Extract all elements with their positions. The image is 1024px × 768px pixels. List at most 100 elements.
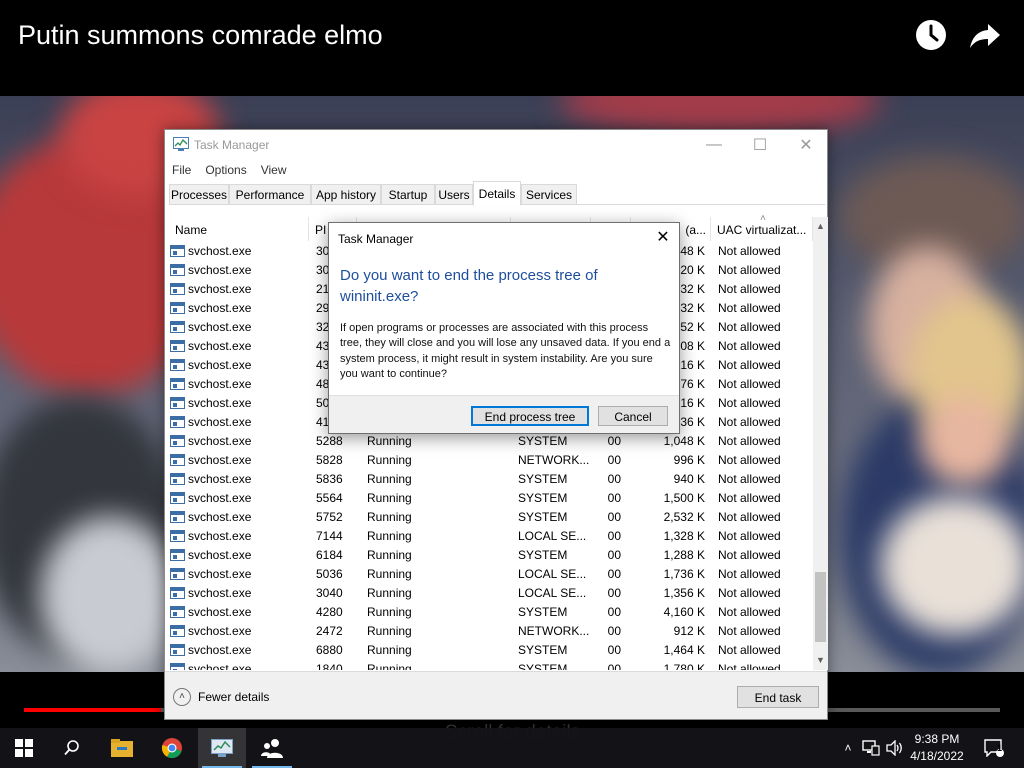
process-window-icon	[170, 340, 185, 352]
table-row[interactable]: svchost.exe 5752 Running SYSTEM 00 2,532 K Not…	[165, 508, 813, 527]
windows-start-icon[interactable]	[0, 728, 48, 768]
cell-user: LOCAL SE...	[518, 567, 587, 581]
cell-uac: Not allowed	[718, 244, 781, 258]
cell-name: svchost.exe	[188, 510, 252, 524]
table-row[interactable]: svchost.exe 5288 Running SYSTEM 00 1,048 K Not…	[165, 432, 813, 451]
tab-users[interactable]: Users	[435, 184, 473, 205]
tab-services[interactable]: Services	[521, 184, 577, 205]
menu-options[interactable]: Options	[198, 160, 253, 182]
file-explorer-icon[interactable]	[98, 728, 146, 768]
table-row[interactable]: svchost.exe 5564 Running SYSTEM 00 1,500 K Not…	[165, 489, 813, 508]
cancel-button[interactable]: Cancel	[598, 406, 668, 426]
network-icon[interactable]	[862, 740, 880, 756]
cell-status: Running	[367, 434, 412, 448]
notification-center-icon[interactable]: 1	[978, 728, 1010, 768]
task-manager-titlebar[interactable]: Task Manager — ☐ ✕	[165, 130, 827, 160]
table-row[interactable]: svchost.exe 3040 Running LOCAL SE... 00 1,356…	[165, 584, 813, 603]
task-manager-app-icon	[173, 137, 189, 151]
menu-view[interactable]: View	[254, 160, 294, 182]
cell-cpu: 00	[607, 643, 621, 657]
cell-name: svchost.exe	[188, 643, 252, 657]
close-button[interactable]: ✕	[783, 130, 829, 160]
cell-memory: 1,288 K	[663, 548, 705, 562]
cell-name: svchost.exe	[188, 624, 252, 638]
table-row[interactable]: svchost.exe 6184 Running SYSTEM 00 1,288 K Not…	[165, 546, 813, 565]
chevron-up-circle-icon[interactable]: ˄	[173, 688, 191, 706]
table-row[interactable]: svchost.exe 4280 Running SYSTEM 00 4,160 K Not…	[165, 603, 813, 622]
cell-memory: 1,736 K	[663, 567, 705, 581]
cell-name: svchost.exe	[188, 548, 252, 562]
cell-name: svchost.exe	[188, 491, 252, 505]
dialog-heading: Do you want to end the process tree of w…	[340, 267, 598, 305]
scroll-down-arrow-icon[interactable]: ▼	[813, 653, 828, 668]
scroll-up-arrow-icon[interactable]: ▲	[813, 219, 828, 234]
process-window-icon	[170, 663, 185, 670]
cell-memory: 1,780 K	[663, 662, 705, 670]
video-title[interactable]: Putin summons comrade elmo	[18, 20, 383, 51]
cell-user: SYSTEM	[518, 491, 568, 505]
cell-name: svchost.exe	[188, 472, 252, 486]
cell-pid: 5752	[316, 510, 343, 524]
cell-memory: 2,532 K	[663, 510, 705, 524]
process-window-icon	[170, 359, 185, 371]
tab-app-history[interactable]: App history	[311, 184, 381, 205]
table-row[interactable]: svchost.exe 7144 Running LOCAL SE... 00 1,328…	[165, 527, 813, 546]
vertical-scrollbar[interactable]: ▲ ▼	[813, 217, 828, 670]
cell-memory: 1,356 K	[663, 586, 705, 600]
cell-uac: Not allowed	[718, 567, 781, 581]
process-window-icon	[170, 625, 185, 637]
dialog-body: If open programs or processes are associ…	[340, 322, 671, 380]
tab-startup[interactable]: Startup	[381, 184, 435, 205]
table-row[interactable]: svchost.exe 2472 Running NETWORK... 00 912 K N…	[165, 622, 813, 641]
column-header-name[interactable]: Name	[165, 217, 309, 241]
table-row[interactable]: svchost.exe 5836 Running SYSTEM 00 940 K Not a…	[165, 470, 813, 489]
table-row[interactable]: svchost.exe 5828 Running NETWORK... 00 996 K N…	[165, 451, 813, 470]
cell-name: svchost.exe	[188, 662, 252, 670]
maximize-button[interactable]: ☐	[737, 130, 783, 160]
table-row[interactable]: svchost.exe 1840 Running SYSTEM 00 1,780 K Not…	[165, 660, 813, 670]
cell-name: svchost.exe	[188, 244, 252, 258]
cell-uac: Not allowed	[718, 586, 781, 600]
tab-processes[interactable]: Processes	[169, 184, 229, 205]
chevron-up-icon[interactable]: ˄	[838, 741, 858, 755]
end-process-tree-button[interactable]: End process tree	[471, 406, 589, 426]
task-manager-icon[interactable]	[198, 728, 246, 768]
people-icon[interactable]	[248, 728, 296, 768]
video-header: Putin summons comrade elmo	[0, 0, 1024, 96]
process-window-icon	[170, 321, 185, 333]
chrome-icon[interactable]	[148, 728, 196, 768]
cell-status: Running	[367, 472, 412, 486]
share-arrow-icon[interactable]	[968, 18, 1002, 52]
clock-date: 4/18/2022	[910, 749, 964, 763]
taskbar-clock[interactable]: 9:38 PM 4/18/2022	[902, 731, 972, 765]
search-icon[interactable]	[48, 728, 96, 768]
cell-memory: 1,500 K	[663, 491, 705, 505]
cell-status: Running	[367, 586, 412, 600]
menu-file[interactable]: File	[165, 160, 198, 182]
cell-name: svchost.exe	[188, 263, 252, 277]
dialog-footer: End process tree Cancel	[329, 395, 679, 433]
cell-cpu: 00	[607, 548, 621, 562]
cell-uac: Not allowed	[718, 282, 781, 296]
cell-status: Running	[367, 510, 412, 524]
end-task-button[interactable]: End task	[737, 686, 819, 708]
dialog-title: Task Manager	[338, 232, 414, 246]
windows-taskbar: ˄ 9:38 PM 4/18/2022 1	[0, 728, 1024, 768]
process-window-icon	[170, 416, 185, 428]
cell-memory: 1,464 K	[663, 643, 705, 657]
scrollbar-thumb[interactable]	[815, 572, 826, 642]
table-row[interactable]: svchost.exe 6880 Running SYSTEM 00 1,464 K Not…	[165, 641, 813, 660]
table-row[interactable]: svchost.exe 5036 Running LOCAL SE... 00 1,736…	[165, 565, 813, 584]
dialog-close-button[interactable]: ✕	[651, 226, 675, 250]
clock-icon[interactable]	[914, 18, 948, 52]
cell-cpu: 00	[607, 662, 621, 670]
tab-performance[interactable]: Performance	[229, 184, 311, 205]
process-window-icon	[170, 568, 185, 580]
cell-name: svchost.exe	[188, 320, 252, 334]
cell-uac: Not allowed	[718, 415, 781, 429]
fewer-details-link[interactable]: Fewer details	[198, 690, 269, 704]
minimize-button[interactable]: —	[691, 130, 737, 160]
cell-status: Running	[367, 491, 412, 505]
tab-details[interactable]: Details	[473, 181, 521, 206]
video-progress-fill	[24, 708, 161, 712]
